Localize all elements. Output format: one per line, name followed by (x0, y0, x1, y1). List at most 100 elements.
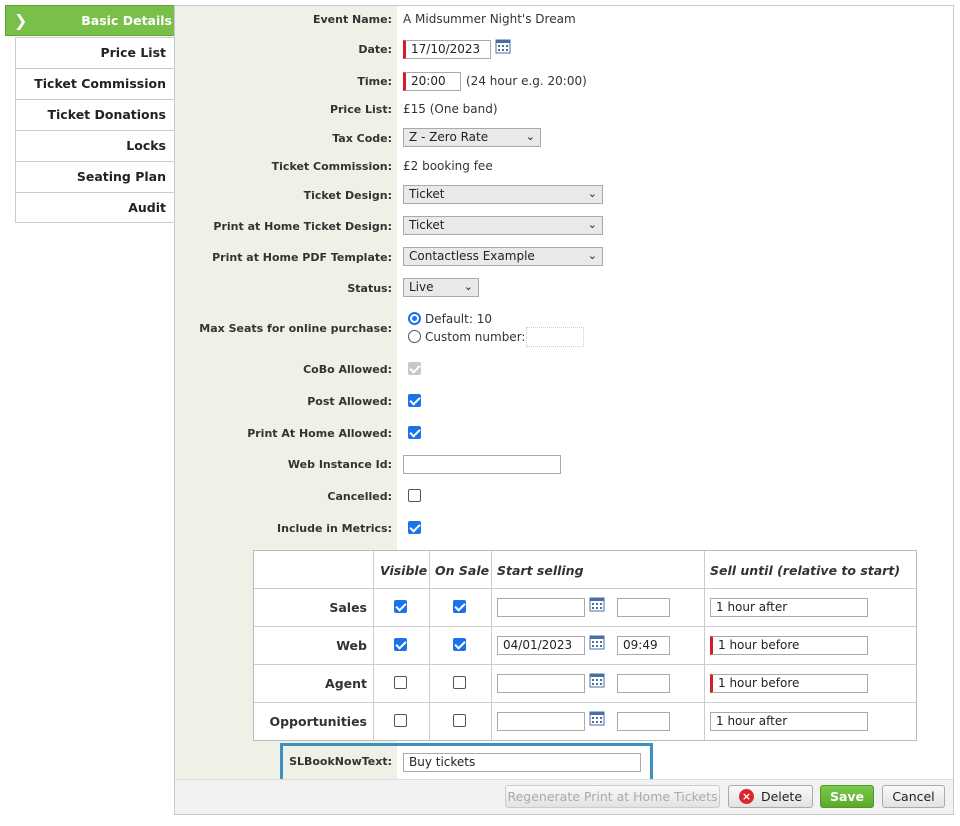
date-label: Date: (358, 43, 392, 56)
max-seats-label: Max Seats for online purchase: (199, 322, 392, 335)
event-name-label: Event Name: (312, 13, 392, 26)
default-radio-label: Default: 10 (425, 312, 492, 326)
delete-icon: × (739, 789, 754, 804)
ticket-design-value: Ticket (409, 187, 445, 201)
status-label: Status: (347, 282, 392, 295)
calendar-icon[interactable] (589, 672, 605, 688)
chevron-right-icon: ❯ (14, 11, 28, 30)
ticket-design-select[interactable]: Ticket ⌄ (403, 185, 603, 204)
chevron-down-icon: ⌄ (587, 187, 597, 200)
calendar-icon[interactable] (495, 38, 511, 54)
time-label: Time: (357, 75, 392, 88)
time-input[interactable]: 20:00 (403, 72, 461, 91)
pah-pdf-value: Contactless Example (409, 249, 535, 263)
tab-seating-plan[interactable]: Seating Plan (15, 161, 175, 192)
sell-until-input[interactable]: 1 hour before (710, 636, 868, 655)
tab-label: Seating Plan (76, 169, 166, 184)
tab-label: Ticket Commission (34, 76, 166, 91)
sell-until-input[interactable]: 1 hour after (710, 598, 868, 617)
start-time-input[interactable] (617, 598, 670, 617)
tax-code-select[interactable]: Z - Zero Rate ⌄ (403, 128, 541, 147)
time-hint: (24 hour e.g. 20:00) (466, 74, 587, 88)
status-select[interactable]: Live ⌄ (403, 278, 479, 297)
cobo-label: CoBo Allowed: (303, 363, 392, 376)
ticket-commission-label: Ticket Commission: (271, 160, 392, 173)
pah-pdf-select[interactable]: Contactless Example ⌄ (403, 247, 603, 266)
web-instance-label: Web Instance Id: (287, 458, 392, 471)
custom-radio-label: Custom number: (425, 330, 526, 344)
save-button[interactable]: Save (820, 785, 874, 808)
start-date-input[interactable]: 04/01/2023 (497, 636, 585, 655)
post-checkbox[interactable] (408, 394, 421, 407)
post-label: Post Allowed: (307, 395, 392, 408)
visible-checkbox[interactable] (394, 638, 407, 651)
start-date-input[interactable] (497, 712, 585, 731)
chevron-down-icon: ⌄ (587, 218, 597, 231)
sell-until-input[interactable]: 1 hour before (710, 674, 868, 693)
ticket-commission-value: £2 booking fee (403, 159, 493, 173)
visible-header: Visible (380, 563, 428, 578)
pah-design-select[interactable]: Ticket ⌄ (403, 216, 603, 235)
tab-audit[interactable]: Audit (15, 192, 175, 223)
pah-allowed-label: Print At Home Allowed: (247, 427, 392, 440)
cancel-button[interactable]: Cancel (882, 785, 945, 808)
metrics-checkbox[interactable] (408, 521, 421, 534)
delete-label: Delete (760, 789, 803, 804)
slbook-input[interactable]: Buy tickets (403, 753, 641, 772)
tab-label: Ticket Donations (47, 107, 167, 122)
on-sale-header: On Sale (435, 563, 490, 578)
delete-button[interactable]: × Delete (728, 785, 813, 808)
calendar-icon[interactable] (589, 710, 605, 726)
visible-checkbox[interactable] (394, 714, 407, 727)
price-list-label: Price List: (329, 103, 392, 116)
pah-design-label: Print at Home Ticket Design: (213, 220, 392, 233)
regenerate-button[interactable]: Regenerate Print at Home Tickets (505, 785, 720, 808)
calendar-icon[interactable] (589, 596, 605, 612)
date-input[interactable]: 17/10/2023 (403, 40, 491, 59)
tab-label: Price List (100, 45, 166, 60)
channel-name: Web (336, 638, 367, 653)
cancelled-checkbox[interactable] (408, 489, 421, 502)
tax-code-value: Z - Zero Rate (409, 130, 489, 144)
tab-label: Basic Details (81, 13, 172, 28)
metrics-label: Include in Metrics: (277, 522, 392, 535)
pah-allowed-checkbox[interactable] (408, 426, 421, 439)
start-time-input[interactable] (617, 674, 670, 693)
chevron-down-icon: ⌄ (587, 249, 597, 262)
custom-radio[interactable] (408, 330, 421, 343)
start-time-input[interactable]: 09:49 (617, 636, 670, 655)
sell-until-input[interactable]: 1 hour after (710, 712, 868, 731)
tab-ticket-donations[interactable]: Ticket Donations (15, 99, 175, 130)
on-sale-checkbox[interactable] (453, 600, 466, 613)
start-time-input[interactable] (617, 712, 670, 731)
channel-name: Sales (329, 600, 367, 615)
tab-label: Locks (126, 138, 166, 153)
start-date-input[interactable] (497, 598, 585, 617)
custom-number-input[interactable] (526, 327, 584, 347)
cobo-checkbox (408, 362, 421, 375)
ticket-design-label: Ticket Design: (303, 189, 392, 202)
pah-pdf-label: Print at Home PDF Template: (212, 251, 392, 264)
on-sale-checkbox[interactable] (453, 638, 466, 651)
status-value: Live (409, 280, 434, 294)
slbook-label: SLBookNowText: (289, 755, 392, 768)
default-radio[interactable] (408, 312, 421, 325)
tab-locks[interactable]: Locks (15, 130, 175, 161)
start-date-input[interactable] (497, 674, 585, 693)
calendar-icon[interactable] (589, 634, 605, 650)
tab-label: Audit (128, 200, 166, 215)
visible-checkbox[interactable] (394, 676, 407, 689)
tax-code-label: Tax Code: (332, 132, 392, 145)
sell-until-header: Sell until (relative to start) (710, 563, 901, 578)
tab-basic-details[interactable]: ❯ Basic Details (5, 5, 190, 36)
event-name-value: A Midsummer Night's Dream (403, 12, 576, 26)
on-sale-checkbox[interactable] (453, 676, 466, 689)
on-sale-checkbox[interactable] (453, 714, 466, 727)
chevron-down-icon: ⌄ (463, 280, 473, 293)
tab-price-list[interactable]: Price List (15, 37, 175, 68)
pah-design-value: Ticket (409, 218, 445, 232)
web-instance-input[interactable] (403, 455, 561, 474)
visible-checkbox[interactable] (394, 600, 407, 613)
tab-ticket-commission[interactable]: Ticket Commission (15, 68, 175, 99)
channel-name: Agent (325, 676, 367, 691)
